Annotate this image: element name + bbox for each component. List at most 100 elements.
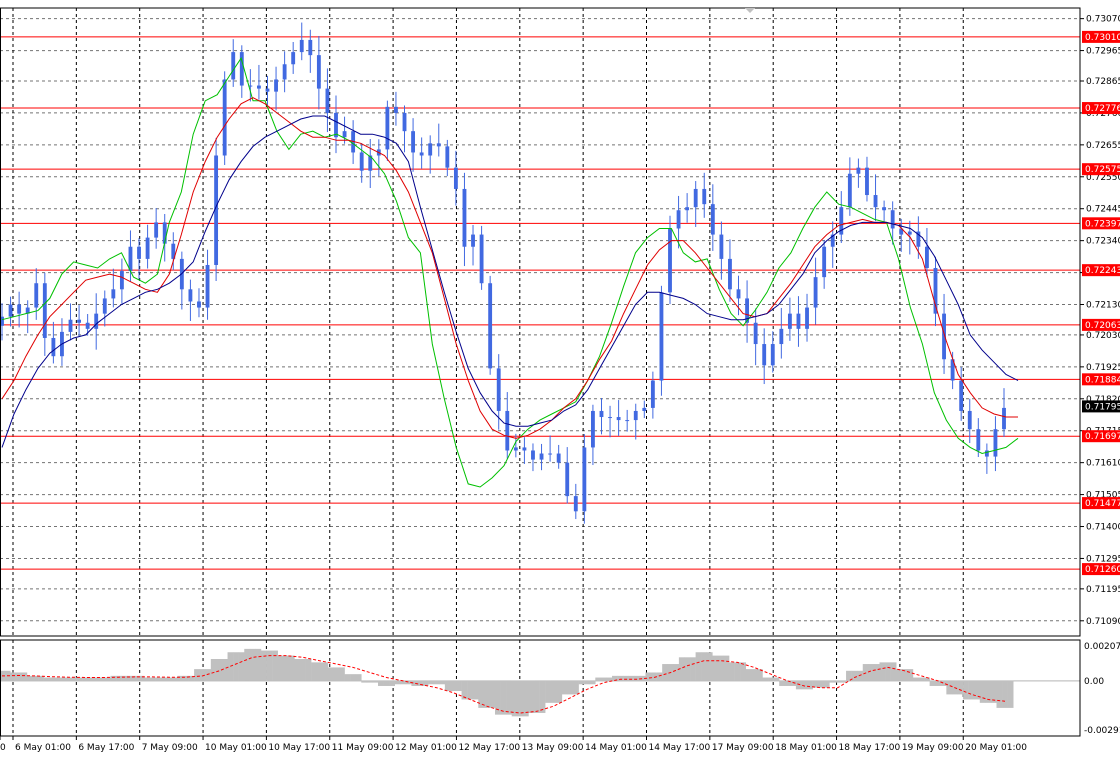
candle-body bbox=[599, 410, 604, 418]
candle-body bbox=[334, 112, 338, 138]
oscillator-tick-label: 0.00207 bbox=[1084, 642, 1120, 652]
y-tick-label: 0.72865 bbox=[1086, 77, 1120, 87]
candle-body bbox=[231, 52, 236, 80]
candle-body bbox=[805, 307, 809, 329]
candle-body bbox=[967, 410, 972, 430]
price-axis: 0.730700.729650.728650.727600.726550.725… bbox=[1080, 15, 1120, 736]
candle-body bbox=[882, 207, 887, 211]
support-resistance-levels bbox=[0, 36, 1080, 570]
candle-body bbox=[813, 277, 818, 308]
candle-body bbox=[325, 88, 330, 113]
candle-body bbox=[119, 271, 124, 290]
candle-body bbox=[719, 234, 724, 259]
level-label: 0.71884 bbox=[1085, 375, 1120, 385]
candle-body bbox=[959, 380, 964, 411]
candle-body bbox=[342, 131, 347, 138]
candle-body bbox=[787, 313, 792, 329]
candle-body bbox=[539, 453, 544, 460]
y-tick-label: 0.73070 bbox=[1086, 15, 1120, 25]
candle-body bbox=[659, 292, 664, 381]
candle-body bbox=[556, 453, 561, 463]
x-tick-label: 14 May 17:00 bbox=[649, 743, 711, 753]
candle-body bbox=[256, 85, 261, 89]
candle-body bbox=[34, 283, 39, 308]
y-tick-label: 0.71925 bbox=[1086, 363, 1120, 373]
candle-body bbox=[411, 131, 416, 153]
candle-body bbox=[68, 319, 73, 332]
candle-body bbox=[856, 167, 861, 174]
x-tick-label: 11 May 09:00 bbox=[332, 743, 394, 753]
candle-body bbox=[685, 207, 690, 211]
candle-body bbox=[274, 79, 278, 92]
candle-body bbox=[145, 237, 150, 259]
candle-body bbox=[479, 234, 484, 284]
x-tick-label: 7 May 09:00 bbox=[142, 743, 198, 753]
oscillator-tick-label: -0.00291 bbox=[1084, 726, 1120, 736]
y-tick-label: 0.72030 bbox=[1086, 331, 1120, 341]
y-tick-label: 0.72965 bbox=[1086, 47, 1120, 57]
y-tick-label: 0.72130 bbox=[1086, 301, 1120, 311]
x-tick-label: 17 May 09:00 bbox=[712, 743, 774, 753]
candle-body bbox=[94, 313, 99, 329]
candle-body bbox=[633, 410, 638, 421]
candle-body bbox=[762, 344, 767, 366]
candle-body bbox=[239, 52, 244, 86]
candle-body bbox=[728, 258, 732, 290]
candle-body bbox=[924, 246, 929, 269]
candle-body bbox=[907, 231, 912, 235]
candle-body bbox=[531, 450, 535, 460]
candle-body bbox=[753, 322, 758, 345]
candle-body bbox=[111, 289, 116, 299]
candle-body bbox=[51, 337, 56, 357]
x-tick-label: 6 May 17:00 bbox=[78, 743, 134, 753]
candle-body bbox=[796, 313, 801, 329]
level-label: 0.71477 bbox=[1085, 499, 1120, 509]
candle-body bbox=[642, 407, 647, 411]
candle-body bbox=[573, 496, 578, 512]
candle-body bbox=[847, 173, 852, 208]
x-tick-label: 0 bbox=[0, 743, 6, 753]
candle-body bbox=[1002, 407, 1006, 430]
candle-body bbox=[385, 106, 390, 150]
chart-frame bbox=[0, 7, 1081, 737]
candle-body bbox=[85, 322, 90, 329]
candle-body bbox=[770, 344, 775, 366]
candle-body bbox=[222, 79, 227, 156]
candle-body bbox=[102, 298, 107, 314]
candle-body bbox=[513, 447, 518, 451]
candle-body bbox=[625, 420, 630, 422]
oscillator-panel bbox=[0, 648, 1080, 717]
time-axis: 0 6 May 01:00 6 May 17:00 7 May 09:00 10 May… bbox=[0, 736, 1027, 753]
candle-body bbox=[590, 410, 595, 448]
level-label: 0.72776 bbox=[1085, 104, 1120, 114]
x-tick-label: 12 May 17:00 bbox=[458, 743, 520, 753]
y-tick-label: 0.72340 bbox=[1086, 237, 1120, 247]
candle-body bbox=[316, 55, 321, 89]
candle-body bbox=[197, 301, 201, 308]
candle-body bbox=[402, 112, 407, 132]
candle-body bbox=[462, 188, 467, 247]
candle-body bbox=[650, 380, 655, 408]
candle-body bbox=[984, 450, 989, 457]
candle-body bbox=[8, 304, 13, 317]
candle-body bbox=[471, 234, 475, 247]
oscillator-tick-label: 0.00 bbox=[1084, 677, 1104, 687]
candle-body bbox=[265, 88, 270, 92]
candle-body bbox=[616, 417, 621, 421]
candle-body bbox=[710, 204, 715, 235]
x-tick-label: 18 May 01:00 bbox=[775, 743, 837, 753]
level-label: 0.72063 bbox=[1085, 321, 1120, 331]
candle-body bbox=[488, 283, 493, 369]
level-label: 0.73010 bbox=[1085, 33, 1120, 43]
candle-body bbox=[445, 146, 450, 168]
candle-body bbox=[702, 188, 707, 205]
candle-body bbox=[359, 152, 364, 171]
candle-body bbox=[282, 64, 287, 80]
candle-body bbox=[42, 283, 47, 338]
level-label: 0.71260 bbox=[1085, 565, 1120, 575]
candle-body bbox=[505, 410, 510, 451]
level-label: 0.71697 bbox=[1085, 432, 1120, 442]
level-label: 0.72397 bbox=[1085, 219, 1120, 229]
y-tick-label: 0.72655 bbox=[1086, 141, 1120, 151]
price-chart[interactable]: 0.730700.729650.728650.727600.726550.725… bbox=[0, 0, 1120, 758]
